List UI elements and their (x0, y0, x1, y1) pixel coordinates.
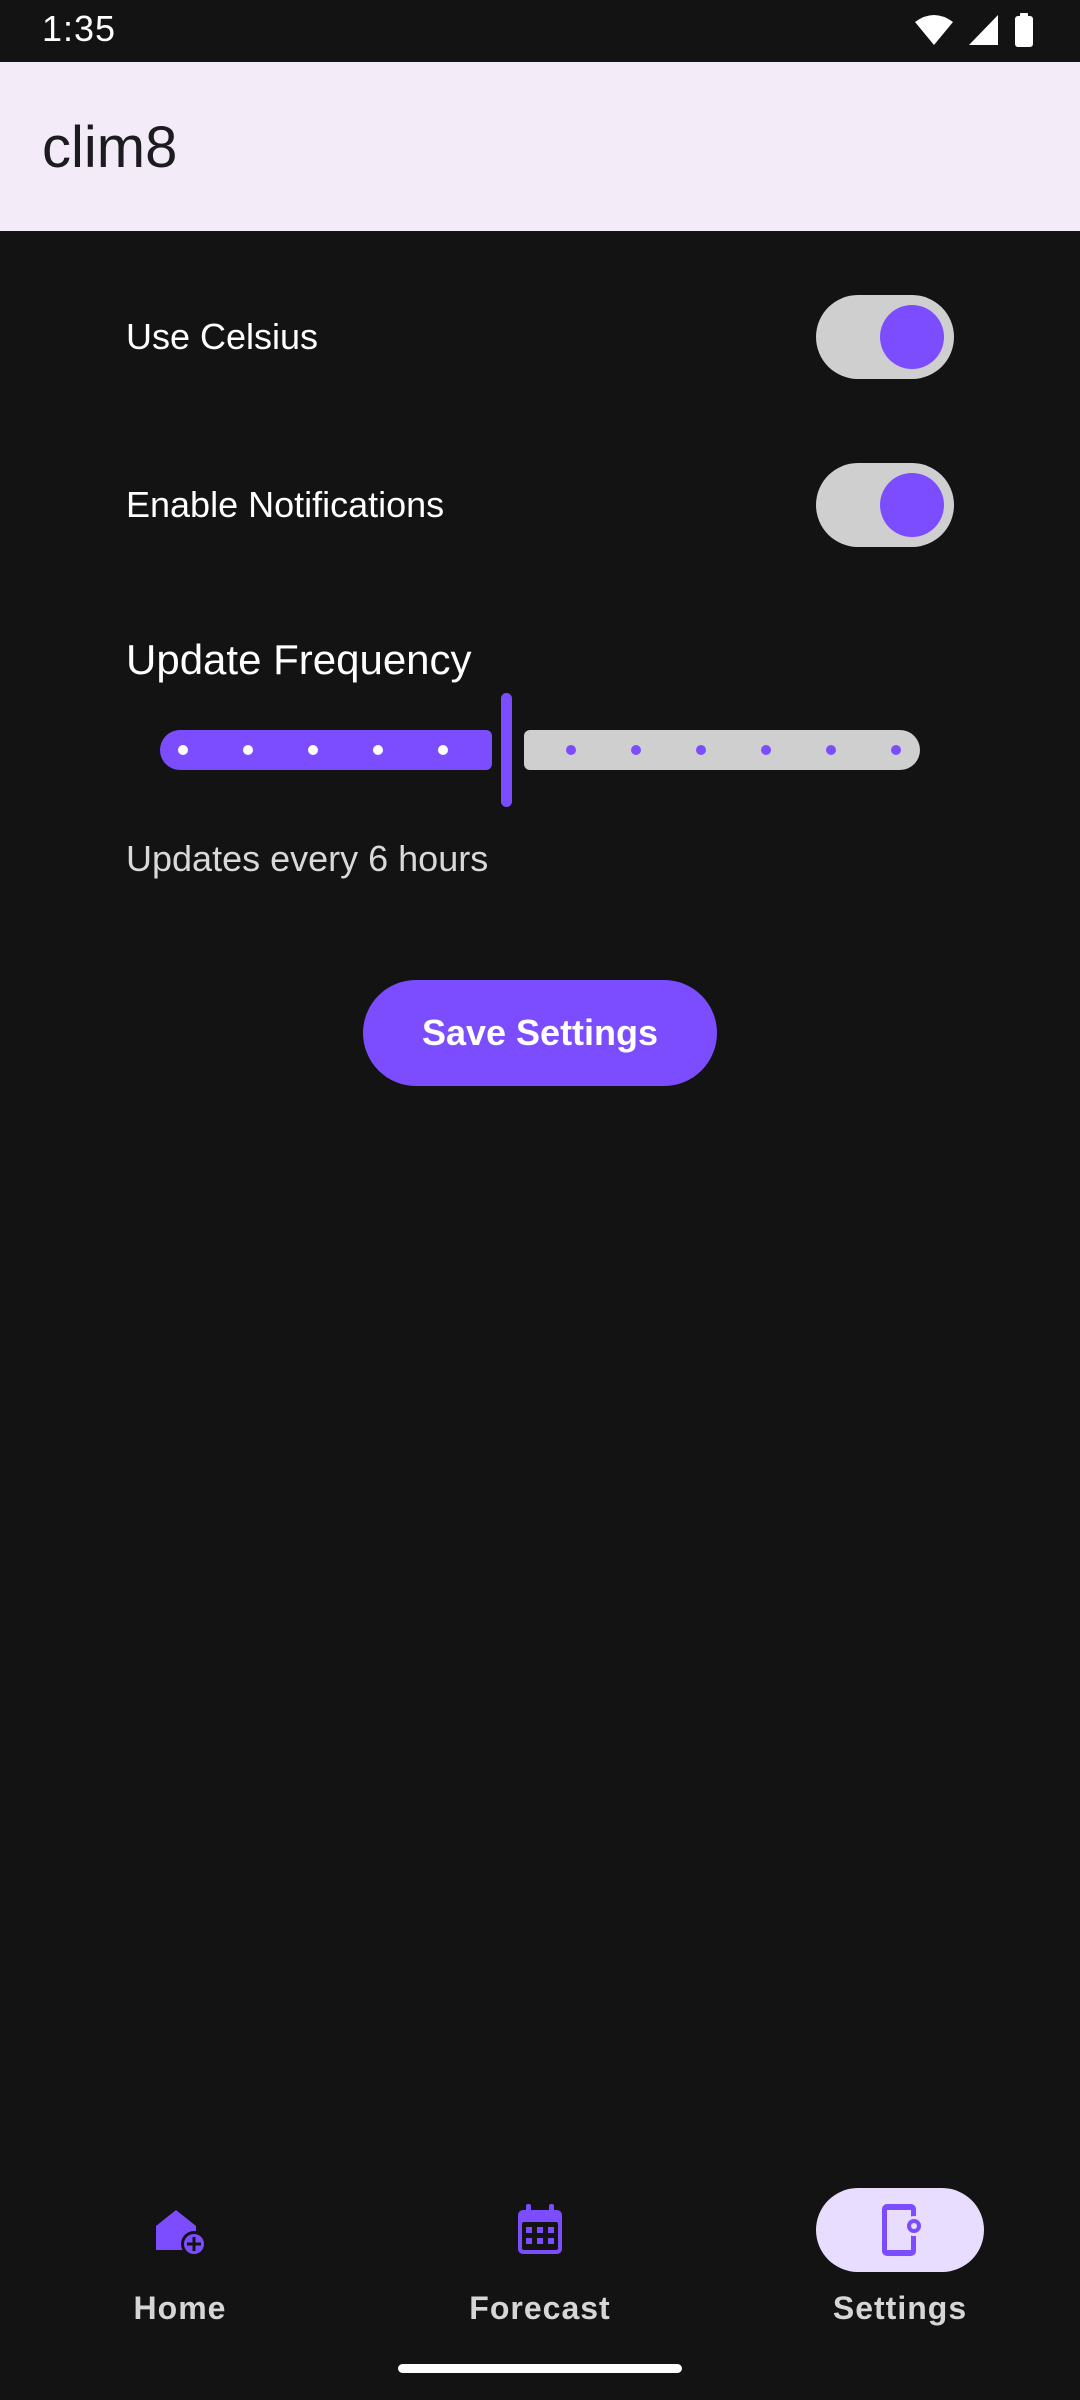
slider-tick (308, 745, 318, 755)
status-icons (914, 12, 1034, 48)
enable-notifications-label: Enable Notifications (126, 484, 445, 525)
nav-label-settings: Settings (832, 2290, 968, 2326)
cellular-signal-icon (969, 15, 998, 45)
battery-icon (1015, 13, 1033, 47)
slider-tick (826, 745, 836, 755)
app-title: clim8 (42, 115, 178, 180)
app-bar: clim8 (0, 62, 1080, 231)
enable-notifications-switch[interactable] (816, 463, 954, 547)
update-frequency-caption: Updates every 6 hours (126, 838, 489, 879)
nav-label-home: Home (133, 2290, 227, 2326)
slider-tick (761, 745, 771, 755)
slider-tick (631, 745, 641, 755)
slider-tick (438, 745, 448, 755)
switch-thumb (880, 473, 944, 537)
wifi-icon (915, 15, 953, 45)
slider-tick (373, 745, 383, 755)
nav-item-settings[interactable]: Settings (770, 2158, 1030, 2338)
save-settings-button[interactable]: Save Settings (363, 980, 717, 1086)
nav-label-forecast: Forecast (469, 2290, 611, 2326)
slider-track-inactive (524, 730, 920, 770)
gesture-navigation-bar[interactable] (398, 2364, 682, 2373)
update-frequency-title: Update Frequency (126, 636, 472, 683)
slider-tick (696, 745, 706, 755)
slider-tick (178, 745, 188, 755)
status-time: 1:35 (42, 8, 117, 49)
nav-item-home[interactable]: Home (50, 2158, 310, 2338)
switch-thumb (880, 305, 944, 369)
use-celsius-label: Use Celsius (126, 316, 319, 357)
slider-tick (243, 745, 253, 755)
device-settings-icon (882, 2204, 924, 2256)
use-celsius-switch[interactable] (816, 295, 954, 379)
bottom-navigation: Home Forecast Settings (0, 2130, 1080, 2400)
slider-handle[interactable] (501, 693, 512, 807)
slider-tick (891, 745, 901, 755)
calendar-icon (518, 2204, 562, 2254)
use-celsius-row[interactable]: Use Celsius (126, 292, 954, 382)
enable-notifications-row[interactable]: Enable Notifications (126, 460, 954, 550)
nav-item-forecast[interactable]: Forecast (410, 2158, 670, 2338)
status-bar: 1:35 (0, 0, 1080, 62)
home-add-icon (156, 2210, 207, 2257)
slider-tick (566, 745, 576, 755)
update-frequency-slider[interactable] (160, 690, 920, 810)
